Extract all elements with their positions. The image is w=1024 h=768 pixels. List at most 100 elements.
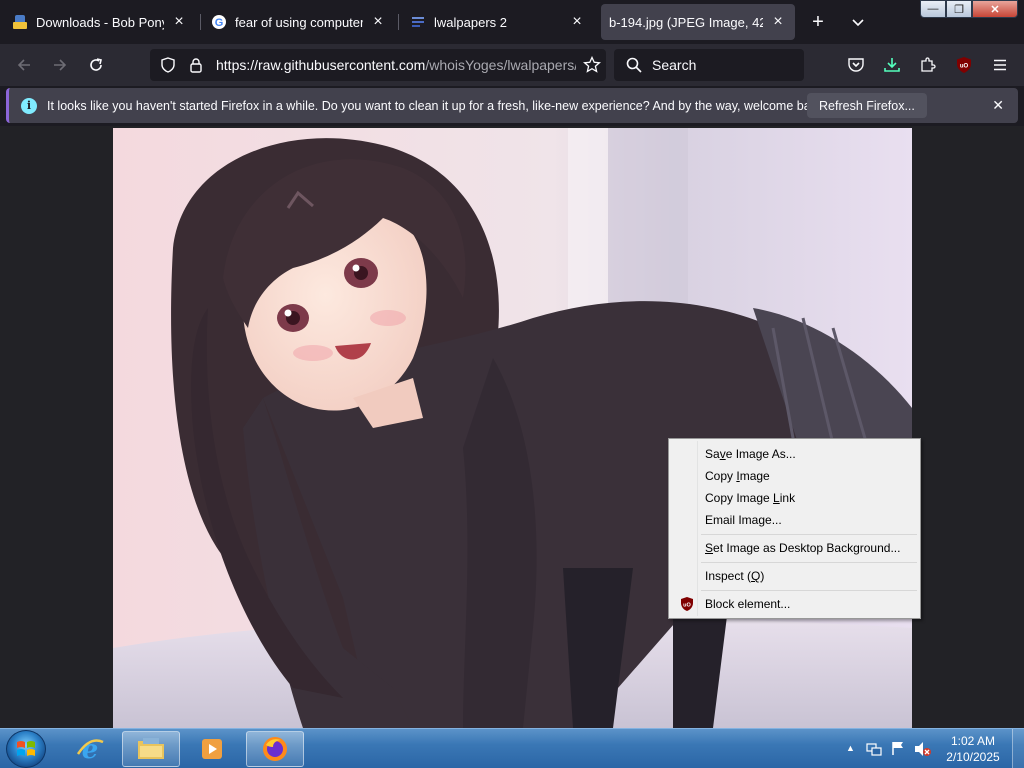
menu-separator <box>701 562 917 563</box>
menu-accesskey: Q <box>751 569 761 583</box>
close-notification-icon[interactable]: ✕ <box>992 97 1004 114</box>
menu-accesskey: L <box>773 491 780 505</box>
set-desktop-background-menu-item[interactable]: Set Image as Desktop Background... <box>671 537 918 559</box>
tab-separator <box>398 14 399 30</box>
svg-text:G: G <box>215 17 224 29</box>
puzzle-icon <box>921 57 936 72</box>
maximize-button[interactable]: ❐ <box>946 0 972 18</box>
volume-muted-icon[interactable] <box>914 741 932 762</box>
block-element-menu-item[interactable]: uO Block element... <box>671 593 918 615</box>
menu-label: Set Image as Desktop Background... <box>705 541 900 555</box>
file-explorer-taskbar-button[interactable] <box>122 731 180 767</box>
tab-close-icon[interactable]: × <box>369 13 387 31</box>
refresh-firefox-label: Refresh Firefox... <box>819 98 915 113</box>
screen: Downloads - Bob Pony × G fear of using c… <box>0 0 1024 768</box>
internet-explorer-taskbar-button[interactable]: e <box>61 731 119 767</box>
tab-downloads[interactable]: Downloads - Bob Pony × <box>4 4 196 40</box>
menu-label: Inspect (Q) <box>705 569 764 583</box>
copy-image-link-menu-item[interactable]: Copy Image Link <box>671 487 918 509</box>
tab-separator <box>200 14 201 30</box>
search-placeholder: Search <box>652 57 697 73</box>
back-button[interactable] <box>12 53 36 77</box>
firefox-taskbar-button[interactable] <box>246 731 304 767</box>
download-icon <box>884 58 900 72</box>
tab-google-search[interactable]: G fear of using computers - G × <box>203 4 395 40</box>
downloads-button[interactable] <box>880 53 904 77</box>
network-icon[interactable] <box>866 741 882 762</box>
hamburger-menu-icon <box>994 59 1006 71</box>
google-icon: G <box>211 14 227 30</box>
svg-text:uO: uO <box>683 603 691 609</box>
show-desktop-button[interactable] <box>1012 729 1024 768</box>
tab-close-icon[interactable]: × <box>568 13 586 31</box>
bookmark-star-icon[interactable] <box>582 55 602 75</box>
windows-taskbar: e ▲ 1:02 AM 2/10/2025 <box>0 728 1024 768</box>
forward-button[interactable] <box>48 53 72 77</box>
forward-arrow-icon <box>54 59 67 71</box>
close-window-button[interactable]: ✕ <box>972 0 1018 18</box>
app-menu-button[interactable] <box>988 53 1012 77</box>
tab-close-icon[interactable]: × <box>170 13 188 31</box>
save-image-as-menu-item[interactable]: Save Image As... <box>671 443 918 465</box>
search-icon <box>624 57 644 73</box>
refresh-firefox-button[interactable]: Refresh Firefox... <box>807 93 927 118</box>
tab-close-icon[interactable]: × <box>769 13 787 31</box>
menu-label: Copy Image <box>705 469 770 483</box>
anime-illustration-image <box>113 128 912 728</box>
image-context-menu: Save Image As... Copy Image Copy Image L… <box>668 438 921 619</box>
media-player-taskbar-button[interactable] <box>183 731 241 767</box>
media-player-icon <box>202 739 222 759</box>
menu-label-text: Email Image... <box>705 513 782 527</box>
extensions-button[interactable] <box>916 53 940 77</box>
system-clock[interactable]: 1:02 AM 2/10/2025 <box>940 733 1006 765</box>
url-text[interactable]: https://raw.githubusercontent.com/whoisY… <box>216 57 576 73</box>
pocket-icon <box>848 58 864 72</box>
menu-label-text: Sa <box>705 447 720 461</box>
internet-explorer-icon: e <box>76 735 104 764</box>
svg-text:uO: uO <box>960 64 969 70</box>
action-center-flag-icon[interactable] <box>890 740 906 761</box>
menu-label-text: Copy Image <box>705 491 774 505</box>
search-bar[interactable]: Search <box>614 49 804 81</box>
tab-image-active[interactable]: b-194.jpg (JPEG Image, 4298 × × <box>601 4 795 40</box>
page-content <box>0 126 1024 728</box>
tab-title: b-194.jpg (JPEG Image, 4298 × <box>609 14 763 30</box>
menu-label: Email Image... <box>705 513 782 527</box>
inspect-menu-item[interactable]: Inspect (Q) <box>671 565 918 587</box>
menu-label-text: Inspect ( <box>705 569 752 583</box>
info-icon: i <box>21 97 37 114</box>
reload-icon <box>90 58 102 71</box>
show-hidden-icons-arrow[interactable]: ▲ <box>846 743 855 753</box>
new-tab-button[interactable]: + <box>806 10 830 34</box>
window-controls: — ❐ ✕ <box>920 0 1018 18</box>
menu-label-text: Block element... <box>705 597 791 611</box>
email-image-menu-item[interactable]: Email Image... <box>671 509 918 531</box>
tab-title: Downloads - Bob Pony <box>36 14 164 30</box>
reload-button[interactable] <box>84 53 108 77</box>
start-button[interactable] <box>6 730 46 768</box>
windows-logo-icon <box>17 741 35 756</box>
pocket-button[interactable] <box>844 53 868 77</box>
list-all-tabs-button[interactable] <box>846 10 870 34</box>
folder-icon <box>138 738 164 759</box>
displayed-image[interactable] <box>113 128 912 728</box>
url-bar[interactable]: https://raw.githubusercontent.com/whoisY… <box>150 49 606 81</box>
firefox-icon <box>263 737 287 761</box>
back-arrow-icon <box>17 59 30 71</box>
ublock-origin-button[interactable]: uO <box>952 53 976 77</box>
chevron-down-icon <box>852 19 864 27</box>
tab-title: fear of using computers - G <box>235 14 363 30</box>
page-icon <box>410 14 426 30</box>
menu-label: Copy Image Link <box>705 491 795 505</box>
minimize-button[interactable]: — <box>920 0 946 18</box>
menu-separator <box>701 534 917 535</box>
tracking-protection-shield-icon[interactable] <box>158 55 178 75</box>
clock-time: 1:02 AM <box>950 734 996 748</box>
tab-lwalpapers[interactable]: lwalpapers 2 × <box>402 4 594 40</box>
menu-label-text: ink <box>779 491 796 505</box>
notification-message: It looks like you haven't started Firefo… <box>47 98 827 113</box>
copy-image-menu-item[interactable]: Copy Image <box>671 465 918 487</box>
lock-icon[interactable] <box>186 55 206 75</box>
ublock-shield-icon: uO <box>957 57 971 73</box>
menu-label-text: Copy <box>705 469 737 483</box>
